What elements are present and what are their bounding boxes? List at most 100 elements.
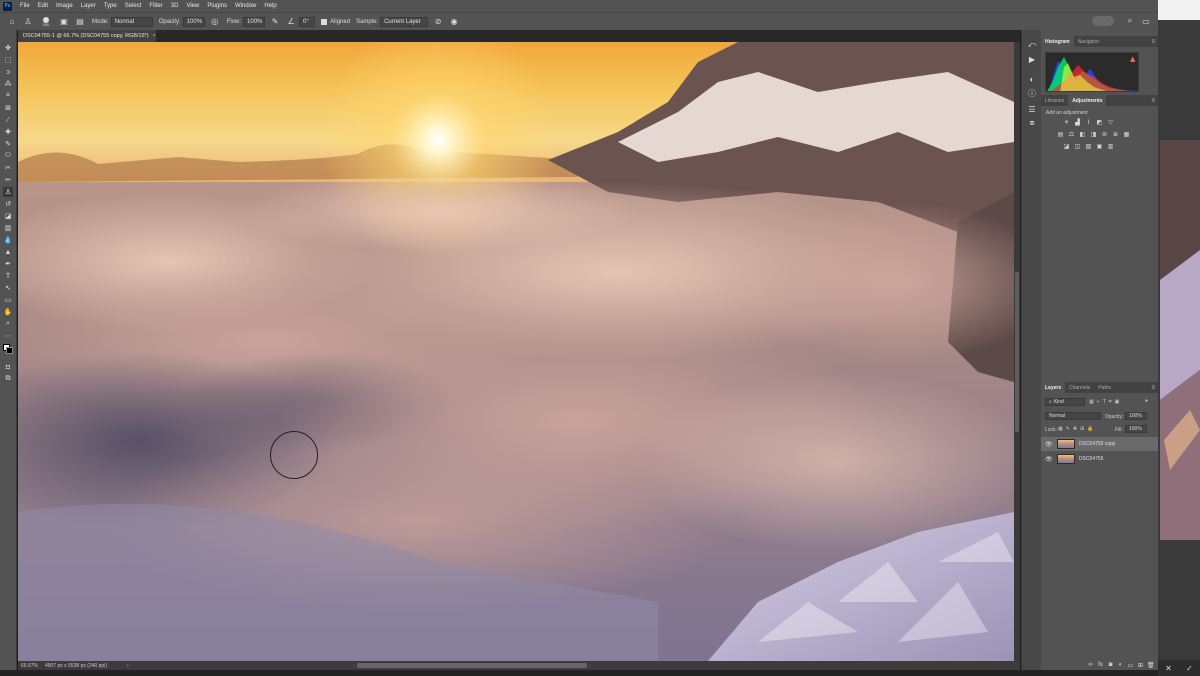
type-tool-icon[interactable]: T xyxy=(3,271,13,281)
lock-icons[interactable]: ▦✎✥⊞🔒 xyxy=(1058,426,1097,432)
posterize-icon[interactable]: ◫ xyxy=(1074,143,1081,150)
black-white-icon[interactable]: ◨ xyxy=(1090,131,1097,138)
tab-libraries[interactable]: Libraries xyxy=(1041,95,1068,106)
new-adjustment-icon[interactable]: ◐ xyxy=(1117,662,1124,668)
selective-color-icon[interactable]: ▣ xyxy=(1096,143,1103,150)
dodge-tool-icon[interactable]: ▲ xyxy=(3,247,13,257)
new-layer-icon[interactable]: ⊞ xyxy=(1137,662,1144,669)
document-tab[interactable]: DSC04755-1 @ 66.7% (DSC04755 copy, RGB/1… xyxy=(18,30,156,42)
menu-help[interactable]: Help xyxy=(260,3,280,9)
levels-icon[interactable]: ▟ xyxy=(1074,119,1081,126)
new-group-icon[interactable]: ▭ xyxy=(1127,662,1134,669)
clone-stamp-tool-icon[interactable]: ♙ xyxy=(3,187,13,197)
canvas[interactable] xyxy=(18,42,1014,661)
zoom-tool-icon[interactable]: ⌕ xyxy=(3,319,13,329)
gradient-map-icon[interactable]: ▽ xyxy=(1107,119,1114,126)
visibility-eye-icon[interactable]: 👁 xyxy=(1045,456,1053,463)
menu-image[interactable]: Image xyxy=(52,3,77,9)
menu-edit[interactable]: Edit xyxy=(34,3,52,9)
visibility-eye-icon[interactable]: 👁 xyxy=(1045,441,1053,448)
clone-source-icon[interactable]: ▤ xyxy=(75,17,85,27)
content-aware-move-icon[interactable]: ✂ xyxy=(3,163,13,173)
tab-paths[interactable]: Paths xyxy=(1094,382,1115,393)
tab-layers[interactable]: Layers xyxy=(1041,382,1066,393)
vibrance-icon[interactable]: ▤ xyxy=(1057,131,1064,138)
menu-filter[interactable]: Filter xyxy=(145,3,166,9)
zoom-level[interactable]: 66.67% xyxy=(21,663,45,669)
fill-field[interactable]: 100% xyxy=(1125,425,1147,433)
brightness-contrast-icon[interactable]: ☀ xyxy=(1063,119,1070,126)
menu-view[interactable]: View xyxy=(182,3,203,9)
close-icon[interactable]: ✕ xyxy=(1165,664,1172,673)
menu-3d[interactable]: 3D xyxy=(167,3,183,9)
color-swatches-icon[interactable] xyxy=(3,344,13,354)
mode-select[interactable]: Normal xyxy=(110,16,153,27)
add-mask-icon[interactable]: ◙ xyxy=(1107,662,1114,668)
menu-plugins[interactable]: Plugins xyxy=(203,3,231,9)
more-tools-icon[interactable]: ⋯ xyxy=(3,331,13,341)
ignore-adjustment-layers-icon[interactable]: ⊘ xyxy=(433,17,443,27)
sample-select[interactable]: Current Layer xyxy=(380,16,429,27)
layer-row[interactable]: 👁 DSC04755 copy xyxy=(1041,437,1158,451)
menu-type[interactable]: Type xyxy=(100,3,121,9)
marquee-tool-icon[interactable]: ⬚ xyxy=(3,55,13,65)
screen-mode-icon[interactable]: ⧉ xyxy=(3,374,13,384)
history-icon[interactable]: ⤺ xyxy=(1027,40,1037,50)
blur-tool-icon[interactable]: 💧 xyxy=(3,235,13,245)
clone-stamp-tool-icon[interactable]: ♙ xyxy=(23,17,33,27)
hue-saturation-icon[interactable]: ⚖ xyxy=(1068,131,1075,138)
opacity-field[interactable]: 100% xyxy=(182,16,205,27)
path-selection-tool-icon[interactable]: ↖ xyxy=(3,283,13,293)
shape-tool-icon[interactable]: ▭ xyxy=(3,295,13,305)
menu-select[interactable]: Select xyxy=(121,3,146,9)
pressure-opacity-icon[interactable]: ◎ xyxy=(210,17,220,27)
brush-settings-icon[interactable]: ☰ xyxy=(1027,104,1037,114)
check-icon[interactable]: ✓ xyxy=(1186,664,1193,673)
share-button[interactable] xyxy=(1092,16,1114,26)
crop-tool-icon[interactable]: ⌗ xyxy=(3,91,13,101)
airbrush-icon[interactable]: ✎ xyxy=(270,17,280,27)
color-icon[interactable]: ◐ xyxy=(1027,74,1037,84)
move-tool-icon[interactable]: ✥ xyxy=(3,43,13,53)
layer-filter-icons[interactable]: ▦◐T⌗▣ xyxy=(1089,399,1122,405)
layer-style-icon[interactable]: fx xyxy=(1097,662,1104,668)
brush-settings-icon[interactable]: ▣ xyxy=(59,17,69,27)
color-lookup-icon[interactable]: ▦ xyxy=(1123,131,1130,138)
tab-navigator[interactable]: Navigator xyxy=(1074,36,1103,47)
history-brush-tool-icon[interactable]: ↺ xyxy=(3,199,13,209)
tab-channels[interactable]: Channels xyxy=(1065,382,1094,393)
quick-select-tool-icon[interactable]: ⁂ xyxy=(3,79,13,89)
pen-tool-icon[interactable]: ✒ xyxy=(3,259,13,269)
layer-row[interactable]: 👁 DSC04755 xyxy=(1041,452,1158,466)
pressure-size-icon[interactable]: ◉ xyxy=(449,17,459,27)
menu-layer[interactable]: Layer xyxy=(77,3,100,9)
photo-filter-icon[interactable]: ⊚ xyxy=(1101,131,1108,138)
hand-tool-icon[interactable]: ✋ xyxy=(3,307,13,317)
angle-field[interactable]: 0° xyxy=(299,16,316,27)
channel-mixer-icon[interactable]: ⊕ xyxy=(1112,131,1119,138)
frame-tool-icon[interactable]: ⊠ xyxy=(3,103,13,113)
workspace-icon[interactable]: ▭ xyxy=(1141,16,1151,26)
close-tab-icon[interactable]: × xyxy=(153,33,156,39)
healing-brush-tool-icon[interactable]: ✚ xyxy=(3,127,13,137)
tab-histogram[interactable]: Histogram xyxy=(1041,36,1074,47)
menu-file[interactable]: File xyxy=(16,3,34,9)
link-layers-icon[interactable]: ∞ xyxy=(1087,662,1094,668)
filter-toggle-icon[interactable]: ● xyxy=(1145,398,1148,404)
curves-icon[interactable]: ⌇ xyxy=(1085,119,1092,126)
tab-adjustments[interactable]: Adjustments xyxy=(1068,95,1107,106)
actions-icon[interactable]: ▶ xyxy=(1027,54,1037,64)
panel-menu-icon[interactable]: ≡ xyxy=(1151,385,1155,391)
lasso-tool-icon[interactable]: ↄ xyxy=(3,67,13,77)
layer-opacity-field[interactable]: 100% xyxy=(1125,412,1147,420)
eyedropper-tool-icon[interactable]: ⁄ xyxy=(3,115,13,125)
patch-tool-icon[interactable]: ⬭ xyxy=(3,151,13,161)
invert-icon[interactable]: ◪ xyxy=(1063,143,1070,150)
vertical-scroll-thumb[interactable] xyxy=(1015,272,1019,432)
status-menu-icon[interactable]: › xyxy=(127,663,129,669)
search-icon[interactable]: ⌕ xyxy=(1125,16,1135,26)
exposure-icon[interactable]: ◩ xyxy=(1096,119,1103,126)
quick-mask-icon[interactable]: ◘ xyxy=(3,362,13,372)
menu-window[interactable]: Window xyxy=(231,3,260,9)
gradient-tool-icon[interactable]: ▥ xyxy=(3,223,13,233)
